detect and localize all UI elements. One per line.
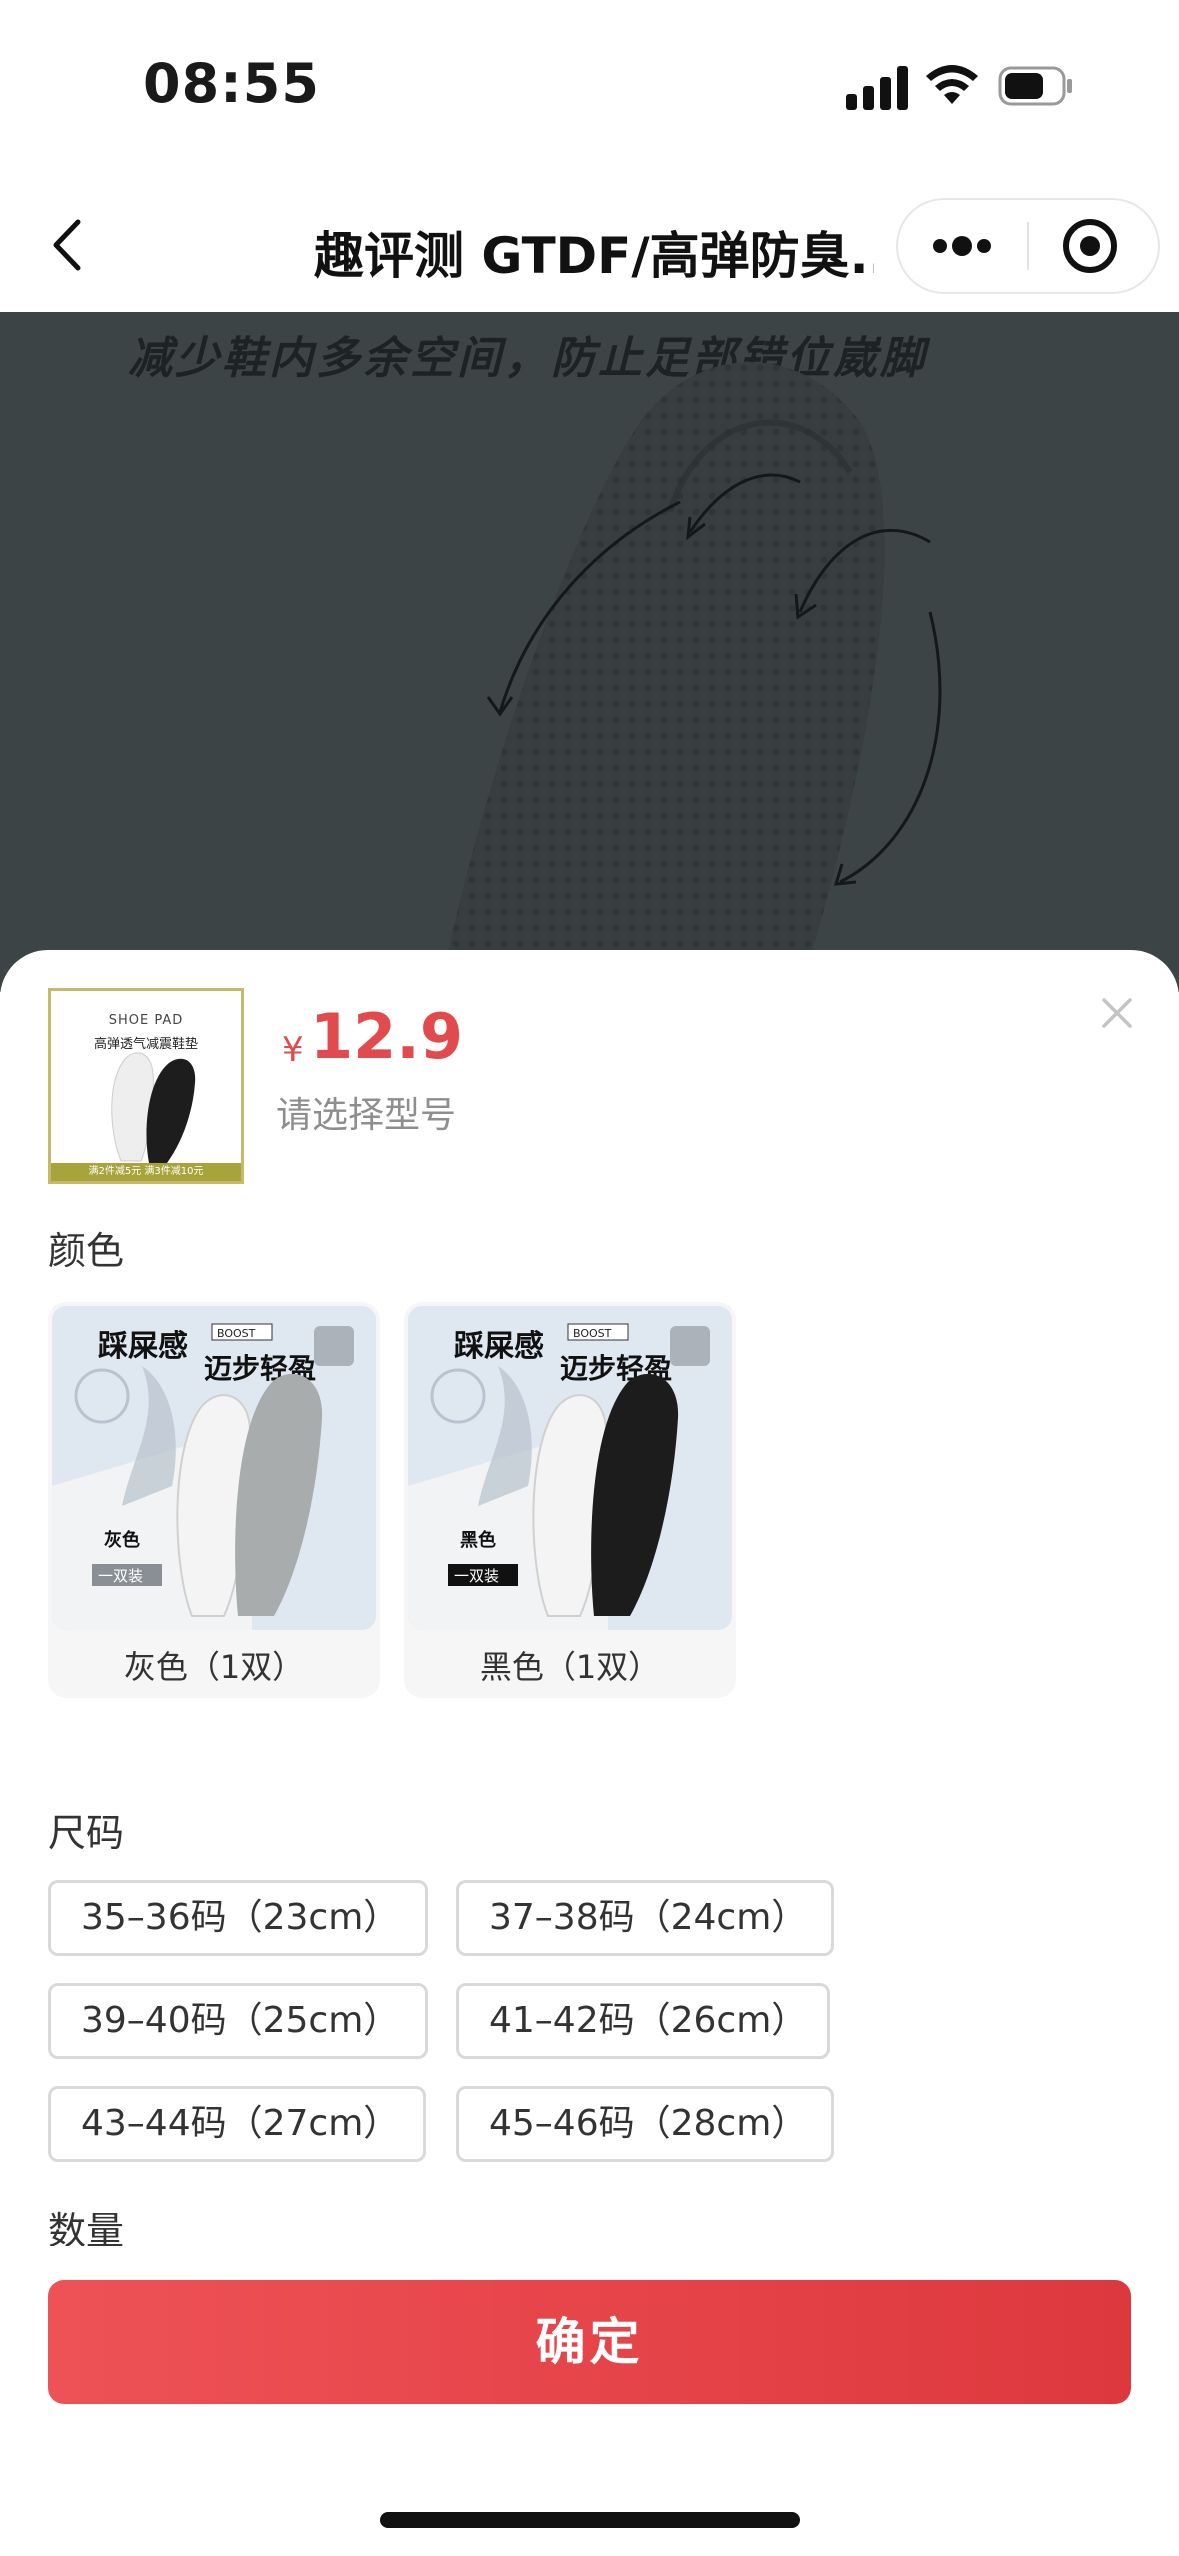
- currency-symbol: ¥: [282, 1030, 304, 1070]
- capsule-divider: [1027, 222, 1029, 270]
- insole-thumb-image: [111, 1052, 196, 1163]
- color-option-image: 踩屎感 BOOST 迈步轻盈 黑色 一双装: [408, 1306, 732, 1630]
- image-color: 灰色: [104, 1529, 140, 1551]
- target-circle-icon: [1063, 219, 1117, 273]
- image-badge: BOOST: [573, 1327, 612, 1340]
- color-section-label: 颜色: [48, 1229, 125, 1273]
- sku-selector-sheet: SHOE PAD 高弹透气减震鞋垫 满2件减5元 满3件减10元 ¥ 12.9 …: [0, 950, 1179, 2556]
- color-option-image: 踩屎感 BOOST 迈步轻盈 灰色 一双装: [52, 1306, 376, 1630]
- wifi-icon: [926, 65, 978, 104]
- page-title: 趣评测 GTDF/高弹防臭...: [314, 227, 874, 285]
- color-option-gray[interactable]: 踩屎感 BOOST 迈步轻盈 灰色 一双装 灰色（1双）: [48, 1302, 380, 1698]
- color-option-label: 黑色（1双）: [479, 1648, 661, 1686]
- scroll-fade: [0, 2246, 1179, 2280]
- select-hint: 请选择型号: [276, 1095, 457, 1136]
- battery-icon: [998, 66, 1072, 106]
- insole-illustration: [440, 362, 942, 992]
- image-pack: 一双装: [454, 1567, 499, 1585]
- image-color: 黑色: [460, 1529, 496, 1551]
- confirm-button[interactable]: 确定: [48, 2280, 1131, 2404]
- color-option-black[interactable]: 踩屎感 BOOST 迈步轻盈 黑色 一双装 黑色（1双）: [404, 1302, 736, 1698]
- close-miniprogram-button[interactable]: [1030, 200, 1158, 292]
- image-headline: 踩屎感: [454, 1329, 544, 1364]
- size-section-label: 尺码: [48, 1811, 125, 1855]
- size-option-45-46[interactable]: 45–46码（28cm）: [456, 2086, 834, 2162]
- chevron-left-icon: [53, 219, 81, 271]
- more-dots-icon: [933, 236, 991, 256]
- close-sheet-button[interactable]: [1094, 990, 1140, 1036]
- insole-product-image: 踩屎感 BOOST 迈步轻盈 黑色 一双装: [408, 1306, 732, 1630]
- size-option-43-44[interactable]: 43–44码（27cm）: [48, 2086, 426, 2162]
- cellular-signal-icon: [846, 66, 908, 110]
- status-time: 08:55: [143, 52, 320, 115]
- image-badge: BOOST: [217, 1327, 256, 1340]
- more-button[interactable]: [898, 200, 1026, 292]
- nav-bar: 趣评测 GTDF/高弹防臭...: [0, 170, 1179, 312]
- mini-program-capsule: [896, 198, 1160, 294]
- product-detail-image: 减少鞋内多余空间，防止足部错位崴脚: [0, 312, 1179, 992]
- back-button[interactable]: [40, 212, 100, 278]
- size-option-41-42[interactable]: 41–42码（26cm）: [456, 1983, 830, 2059]
- size-option-37-38[interactable]: 37–38码（24cm）: [456, 1880, 834, 1956]
- thumb-promo: 满2件减5元 满3件减10元: [51, 1163, 241, 1181]
- image-pack: 一双装: [98, 1567, 143, 1585]
- home-indicator: [380, 2512, 800, 2528]
- close-icon: [1102, 998, 1132, 1028]
- price-value: 12.9: [310, 1000, 463, 1073]
- size-option-39-40[interactable]: 39–40码（25cm）: [48, 1983, 428, 2059]
- image-headline: 踩屎感: [98, 1329, 188, 1364]
- color-option-label: 灰色（1双）: [123, 1648, 305, 1686]
- product-thumbnail[interactable]: SHOE PAD 高弹透气减震鞋垫 满2件减5元 满3件减10元: [48, 988, 244, 1184]
- insole-product-image: 踩屎感 BOOST 迈步轻盈 灰色 一双装: [52, 1306, 376, 1630]
- size-option-35-36[interactable]: 35–36码（23cm）: [48, 1880, 428, 1956]
- status-bar: 08:55: [0, 0, 1179, 170]
